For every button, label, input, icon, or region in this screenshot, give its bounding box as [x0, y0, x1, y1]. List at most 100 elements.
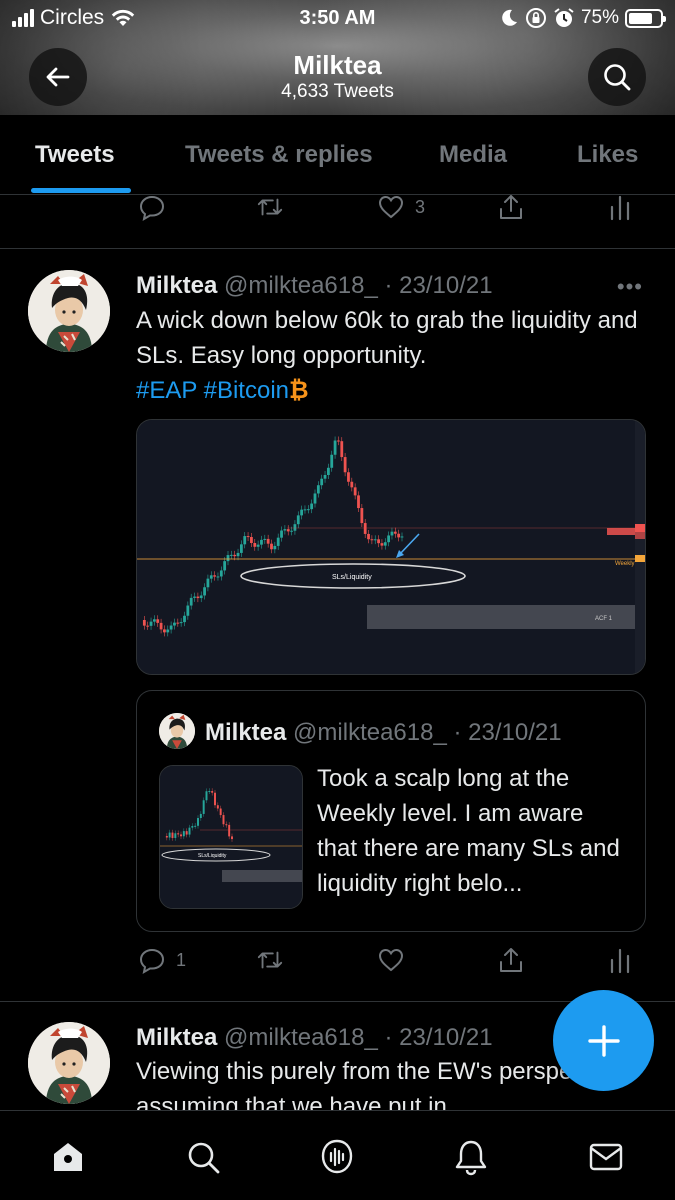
avatar-illustration	[28, 270, 110, 352]
more-options-icon[interactable]: •••	[617, 274, 643, 300]
candle	[156, 619, 160, 623]
like-button[interactable]	[377, 946, 405, 974]
candle	[219, 570, 223, 577]
candle	[266, 538, 270, 544]
candle	[383, 542, 387, 546]
tweet-text: A wick down below 60k to grab the liquid…	[136, 303, 646, 408]
tweet-image-chart[interactable]: SLs/Liquidity ACF 1 Weekly	[136, 419, 646, 675]
tweet-body: A wick down below 60k to grab the liquid…	[136, 307, 638, 369]
candle	[360, 508, 364, 524]
compose-tweet-button[interactable]	[553, 990, 654, 1091]
candle	[199, 595, 203, 599]
quote-text: Took a scalp long at the Weekly level. I…	[317, 765, 620, 897]
candle	[260, 539, 263, 545]
candle	[165, 836, 168, 838]
share-icon	[500, 195, 522, 219]
candle	[270, 543, 273, 550]
profile-header: Circles 3:50 AM 75% Milktea 4,633 Tweets	[0, 0, 675, 115]
nav-home[interactable]	[46, 1135, 90, 1179]
candle	[222, 815, 225, 825]
author-name[interactable]: Milktea	[136, 272, 217, 299]
share-button[interactable]	[497, 946, 525, 974]
candle	[169, 625, 173, 630]
candle	[209, 575, 213, 579]
candle	[357, 495, 360, 509]
candle	[286, 529, 290, 532]
messages-icon	[589, 1143, 623, 1171]
candle	[228, 824, 231, 837]
candle	[363, 523, 367, 534]
nav-messages[interactable]	[584, 1135, 628, 1179]
candle	[189, 597, 193, 606]
candle	[290, 530, 293, 532]
active-tab-indicator	[31, 188, 131, 193]
author-handle[interactable]: @milktea618_	[224, 272, 378, 299]
analytics-button[interactable]	[606, 946, 634, 974]
quoted-tweet[interactable]: Milktea @milktea618_ · 23/10/21 SLs/Liqu…	[136, 690, 646, 932]
candle	[197, 818, 199, 826]
tab-likes[interactable]: Likes	[577, 141, 638, 169]
candle	[176, 622, 180, 624]
candle	[313, 493, 317, 504]
candle	[202, 800, 205, 814]
tweet-date[interactable]: · 23/10/21	[385, 272, 493, 299]
candle	[283, 529, 287, 531]
candle	[373, 539, 377, 541]
profile-name: Milktea	[293, 50, 382, 80]
quote-thumbnail: SLs/Liquidity	[159, 765, 303, 909]
candle	[180, 834, 182, 837]
avatar-illustration	[28, 1022, 110, 1104]
nav-spaces[interactable]	[315, 1135, 359, 1179]
quote-avatar	[159, 713, 195, 749]
search-button[interactable]	[588, 48, 646, 106]
quote-chart-image: SLs/Liquidity	[160, 766, 302, 908]
tab-tweets-and-replies[interactable]: Tweets & replies	[185, 141, 373, 169]
candle	[149, 621, 153, 626]
nav-search[interactable]	[181, 1135, 225, 1179]
divider	[0, 248, 675, 249]
candle	[236, 552, 240, 557]
candle	[276, 537, 280, 546]
like-button[interactable]: 3	[377, 195, 425, 221]
candle	[159, 622, 163, 630]
search-icon	[188, 1142, 220, 1174]
heart-icon	[378, 195, 404, 219]
home-icon	[54, 1143, 82, 1171]
share-button[interactable]	[497, 195, 525, 221]
candle	[203, 587, 206, 596]
retweet-button[interactable]	[256, 946, 284, 974]
nav-notifications[interactable]	[449, 1135, 493, 1179]
orientation-lock-icon	[525, 8, 546, 28]
candle	[380, 543, 384, 546]
candle	[174, 833, 177, 838]
hashtag-bitcoin[interactable]: #Bitcoin	[204, 377, 289, 404]
candle	[343, 457, 347, 473]
tweet-date[interactable]: · 23/10/21	[385, 1024, 493, 1051]
candle	[263, 538, 267, 540]
timeline[interactable]: 3 Milktea @milktea618_ · 23/10/21 ••• A …	[0, 195, 675, 1110]
candle	[196, 596, 200, 599]
candle	[219, 808, 222, 816]
analytics-button[interactable]	[606, 195, 634, 221]
candle	[231, 836, 233, 840]
candle	[400, 536, 404, 538]
like-count: 3	[415, 196, 426, 217]
hashtag-eap[interactable]: #EAP	[136, 377, 197, 404]
candle	[253, 542, 257, 547]
reply-button[interactable]	[138, 195, 166, 221]
tab-tweets[interactable]: Tweets	[35, 141, 115, 169]
share-icon	[500, 948, 522, 972]
retweet-button[interactable]	[256, 195, 284, 221]
trading-chart-image: SLs/Liquidity ACF 1 Weekly	[137, 420, 645, 674]
author-handle[interactable]: @milktea618_	[224, 1024, 378, 1051]
candle	[193, 596, 196, 598]
status-bar: Circles 3:50 AM 75%	[0, 0, 675, 38]
battery-icon	[625, 8, 666, 28]
tab-media[interactable]: Media	[439, 141, 507, 169]
avatar[interactable]	[28, 270, 110, 352]
candle	[323, 474, 327, 479]
candle	[387, 535, 391, 543]
avatar[interactable]	[28, 1022, 110, 1104]
reply-button[interactable]: 1	[138, 946, 186, 974]
author-name[interactable]: Milktea	[136, 1024, 217, 1051]
